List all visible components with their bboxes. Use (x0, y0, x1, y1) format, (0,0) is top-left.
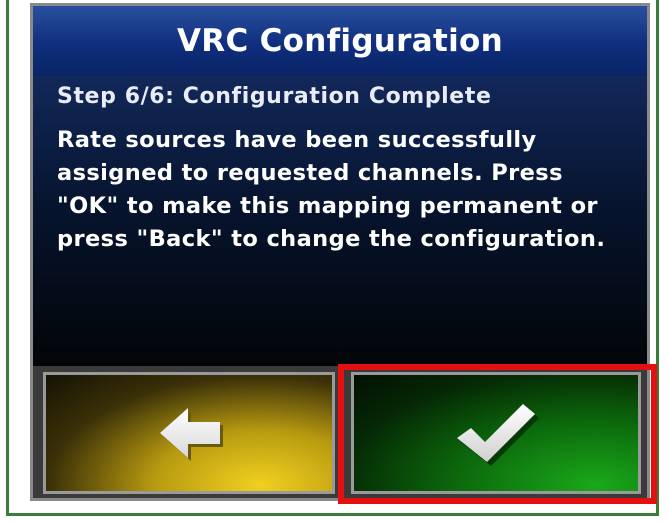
dialog-body: Step 6/6: Configuration Complete Rate so… (33, 76, 647, 366)
step-label: Step 6/6: Configuration Complete (57, 84, 492, 109)
dialog-titlebar: VRC Configuration (33, 6, 647, 76)
ok-button-highlight (338, 364, 657, 504)
left-arrow-icon (160, 408, 223, 461)
dialog-message: Rate sources have been successfully assi… (57, 127, 606, 252)
dialog-title: VRC Configuration (176, 23, 503, 59)
back-button[interactable] (43, 372, 335, 494)
